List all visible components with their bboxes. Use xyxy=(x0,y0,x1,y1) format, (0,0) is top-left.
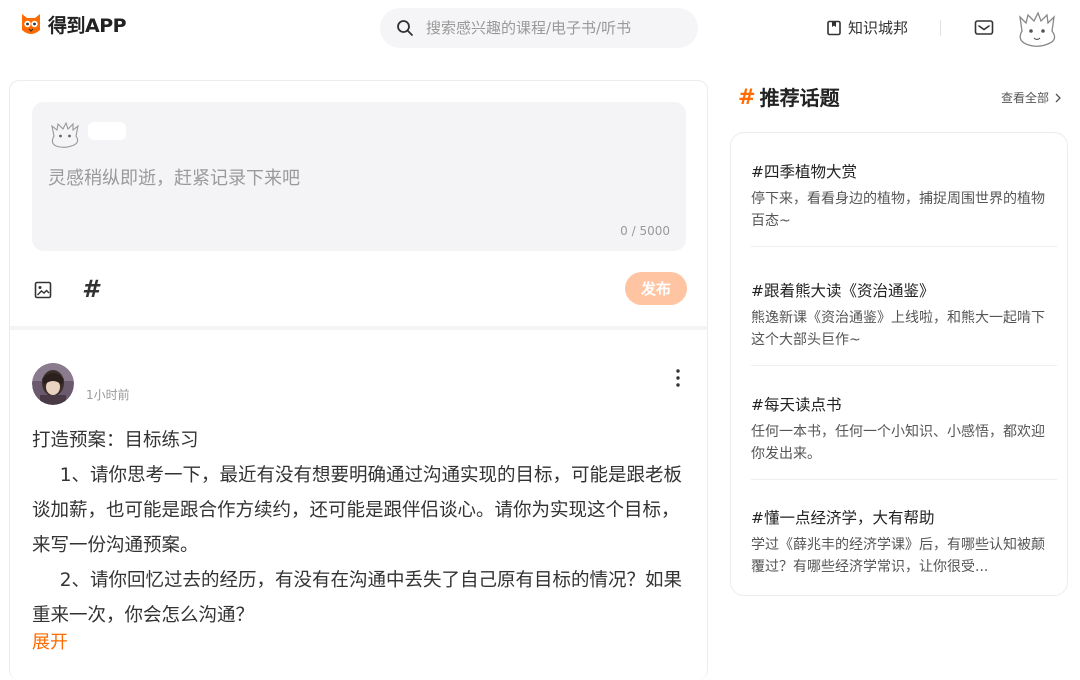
logo-text: 得到APP xyxy=(48,15,127,37)
post-title: 打造预案：目标练习 xyxy=(32,430,199,451)
topic-item[interactable]: #每天读点书 任何一本书，任何一个小知识、小感悟，都欢迎你发出来。 xyxy=(751,366,1057,480)
recommended-topics-header: # 推荐话题 xyxy=(738,82,840,111)
topic-description: 任何一本书，任何一个小知识、小感悟，都欢迎你发出来。 xyxy=(751,424,1045,462)
feed-panel: 灵感稍纵即逝，赶紧记录下来吧 0 / 5000 # 发布 1小时前 打造预案：目… xyxy=(9,80,708,680)
logo[interactable]: 得到APP xyxy=(19,11,127,38)
user-avatar[interactable] xyxy=(1014,9,1060,49)
post-author-avatar[interactable] xyxy=(32,363,74,405)
header-divider xyxy=(940,20,941,36)
topic-divider xyxy=(751,246,1057,247)
image-upload-icon[interactable] xyxy=(34,281,52,299)
owl-logo-icon xyxy=(22,13,40,34)
top-header: 得到APP 知识城邦 xyxy=(0,0,1080,56)
publish-button[interactable]: 发布 xyxy=(625,272,687,305)
chevron-right-icon xyxy=(1055,93,1061,102)
view-all-label: 查看全部 xyxy=(1001,91,1050,105)
topic-description: 学过《薛兆丰的经济学课》后，有哪些认知被颠覆过？有哪些经济学常识，让你很受... xyxy=(751,537,1045,575)
composer-username-placeholder xyxy=(88,122,126,140)
post-paragraph: 2、请你回忆过去的经历，有没有在沟通中丢失了自己原有目标的情况？如果重来一次，你… xyxy=(32,570,683,626)
topic-description: 熊逸新课《资治通鉴》上线啦，和熊大一起啃下这个大部头巨作~ xyxy=(751,310,1045,348)
hash-icon: # xyxy=(738,84,756,109)
recommended-topics-title: 推荐话题 xyxy=(759,86,840,110)
post-composer[interactable]: 灵感稍纵即逝，赶紧记录下来吧 0 / 5000 xyxy=(32,102,686,251)
topic-title: #每天读点书 xyxy=(751,396,842,414)
topic-title: #四季植物大赏 xyxy=(751,163,857,181)
search-box[interactable] xyxy=(380,8,698,48)
composer-avatar xyxy=(51,121,79,148)
topic-title: #懂一点经济学，大有帮助 xyxy=(751,509,935,527)
topic-item[interactable]: #跟着熊大读《资治通鉴》 熊逸新课《资治通鉴》上线啦，和熊大一起啃下这个大部头巨… xyxy=(751,252,1057,366)
topic-title: #跟着熊大读《资治通鉴》 xyxy=(751,282,935,300)
topic-item[interactable]: #懂一点经济学，大有帮助 学过《薛兆丰的经济学课》后，有哪些认知被颠覆过？有哪些… xyxy=(751,479,1057,593)
topic-item[interactable]: #四季植物大赏 停下来，看看身边的植物，捕捉周围世界的植物百态~ xyxy=(751,133,1057,247)
knowledge-city-link[interactable]: 知识城邦 xyxy=(826,17,908,38)
expand-link[interactable]: 展开 xyxy=(32,628,68,654)
view-all-link[interactable]: 查看全部 xyxy=(1001,89,1063,106)
topic-hash-icon[interactable]: # xyxy=(82,275,99,303)
more-options-icon[interactable] xyxy=(670,367,686,389)
composer-placeholder[interactable]: 灵感稍纵即逝，赶紧记录下来吧 xyxy=(48,164,300,190)
post-paragraph: 1、请你思考一下，最近有没有想要明确通过沟通实现的目标，可能是跟老板谈加薪，也可… xyxy=(32,465,683,556)
character-counter: 0 / 5000 xyxy=(620,224,670,238)
topics-list: #四季植物大赏 停下来，看看身边的植物，捕捉周围世界的植物百态~ #跟着熊大读《… xyxy=(730,132,1068,596)
book-icon xyxy=(827,20,841,35)
knowledge-city-label: 知识城邦 xyxy=(848,19,909,37)
mail-icon[interactable] xyxy=(974,19,994,37)
topic-description: 停下来，看看身边的植物，捕捉周围世界的植物百态~ xyxy=(751,191,1045,229)
search-icon xyxy=(397,20,413,36)
post-content: 打造预案：目标练习 1、请你思考一下，最近有没有想要明确通过沟通实现的目标，可能… xyxy=(32,423,690,633)
post-timestamp: 1小时前 xyxy=(86,388,130,402)
section-divider xyxy=(10,326,707,330)
search-input[interactable] xyxy=(426,19,676,37)
